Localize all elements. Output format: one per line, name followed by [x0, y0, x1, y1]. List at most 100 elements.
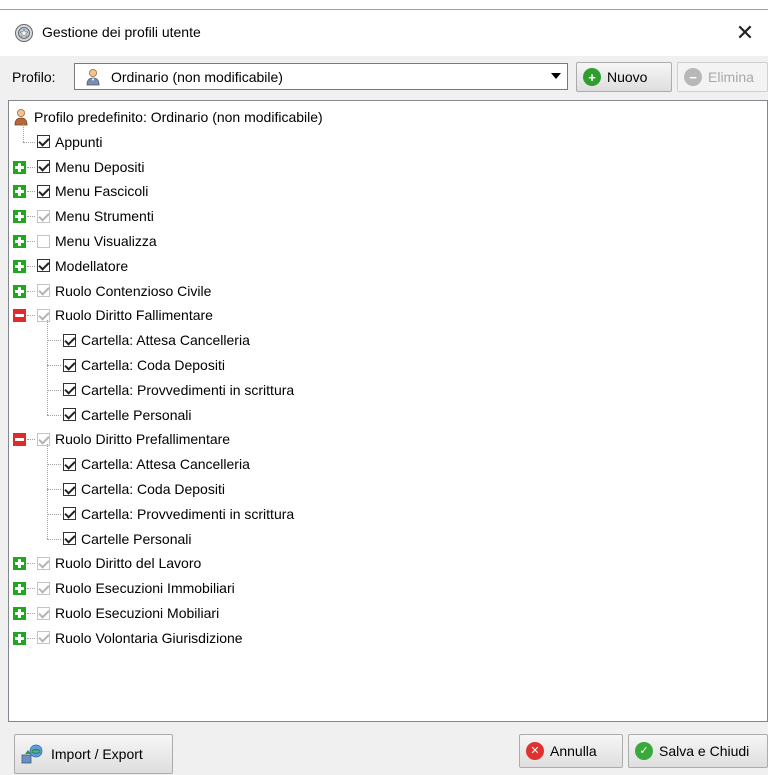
tree-child-item[interactable]: Cartella: Provvedimenti in scrittura	[63, 502, 294, 526]
tree-item-checkbox[interactable]	[63, 457, 76, 471]
tree-item[interactable]: Appunti	[37, 130, 102, 154]
tree-item-checkbox[interactable]	[63, 333, 76, 347]
tree-item[interactable]: Ruolo Esecuzioni Mobiliari	[37, 601, 219, 625]
tree-child-item[interactable]: Cartelle Personali	[63, 403, 192, 427]
delete-profile-button[interactable]: − Elimina	[677, 62, 768, 92]
tree-connector	[27, 166, 35, 168]
tree-item[interactable]: Ruolo Volontaria Giurisdizione	[37, 626, 243, 650]
collapse-minus-icon[interactable]	[13, 309, 26, 323]
tree-item-label: Cartella: Provvedimenti in scrittura	[81, 505, 295, 522]
tree-item-checkbox[interactable]	[37, 259, 50, 273]
expand-plus-icon[interactable]	[13, 185, 26, 199]
save-close-button[interactable]: ✓ Salva e Chiudi	[628, 734, 768, 768]
tree-child-item[interactable]: Cartella: Coda Depositi	[63, 353, 225, 377]
tree-connector	[23, 123, 24, 142]
expand-plus-icon[interactable]	[13, 210, 26, 224]
tree-child-item[interactable]: Cartella: Attesa Cancelleria	[63, 452, 250, 476]
tree-item-label: Ruolo Esecuzioni Mobiliari	[55, 605, 220, 621]
tree-item[interactable]: Menu Visualizza	[37, 229, 157, 253]
tree-child-item[interactable]: Cartella: Provvedimenti in scrittura	[63, 378, 294, 402]
tree-item-checkbox[interactable]	[63, 482, 76, 496]
tree-item[interactable]: Ruolo Diritto Prefallimentare	[37, 427, 230, 451]
tree-connector	[27, 315, 35, 317]
tree-item-checkbox[interactable]	[63, 507, 76, 521]
tree-connector	[47, 538, 61, 540]
cancel-button[interactable]: ✕ Annulla	[519, 734, 623, 768]
emblem-icon	[15, 24, 33, 42]
close-button[interactable]: ✕	[722, 10, 768, 56]
tree-root-label: Profilo predefinito: Ordinario (non modi…	[34, 109, 323, 125]
tree-item-checkbox[interactable]	[63, 358, 76, 372]
tree-connector	[27, 563, 35, 565]
tree-item-checkbox[interactable]	[37, 135, 50, 149]
permissions-tree[interactable]: Profilo predefinito: Ordinario (non modi…	[8, 100, 768, 722]
tree-item[interactable]: Ruolo Diritto Fallimentare	[37, 303, 213, 327]
tree-item-label: Cartelle Personali	[81, 406, 192, 423]
tree-connector	[27, 290, 35, 292]
tree-item-label: Cartella: Provvedimenti in scrittura	[81, 381, 295, 398]
title-bar: Gestione dei profili utente ✕	[0, 10, 768, 56]
expand-plus-icon[interactable]	[13, 235, 26, 248]
close-icon: ✕	[735, 20, 755, 45]
tree-item[interactable]: Ruolo Contenzioso Civile	[37, 279, 211, 303]
tree-item[interactable]: Modellatore	[37, 254, 128, 278]
tree-connector	[47, 513, 61, 515]
tree-item-checkbox[interactable]	[37, 160, 50, 174]
tree-item-label: Menu Visualizza	[55, 233, 157, 249]
tree-root[interactable]: Profilo predefinito: Ordinario (non modi…	[13, 105, 323, 129]
expand-plus-icon[interactable]	[13, 284, 26, 298]
user-profile-icon	[14, 109, 28, 126]
remove-icon: −	[684, 68, 702, 86]
profile-select-value: Ordinario (non modificabile)	[111, 69, 283, 85]
tree-item-label: Ruolo Esecuzioni Immobiliari	[55, 580, 235, 597]
tree-item-checkbox[interactable]	[63, 408, 76, 422]
tree-child-item[interactable]: Cartelle Personali	[63, 527, 192, 551]
tree-child-item[interactable]: Cartella: Coda Depositi	[63, 477, 225, 501]
tree-item[interactable]: Ruolo Esecuzioni Immobiliari	[37, 576, 235, 600]
tree-connector	[27, 265, 35, 267]
expand-plus-icon[interactable]	[13, 557, 26, 571]
tree-item[interactable]: Menu Fascicoli	[37, 179, 148, 203]
tree-item-checkbox[interactable]	[37, 631, 50, 645]
tree-item-checkbox[interactable]	[37, 308, 50, 322]
tree-item-label: Appunti	[55, 133, 103, 150]
tree-child-item[interactable]: Cartella: Attesa Cancelleria	[63, 328, 250, 352]
tree-item-label: Ruolo Diritto del Lavoro	[55, 555, 202, 572]
tree-item-checkbox[interactable]	[37, 184, 50, 198]
tree-item-checkbox[interactable]	[63, 532, 76, 546]
add-icon: +	[583, 68, 601, 86]
delete-profile-label: Elimina	[708, 69, 754, 85]
new-profile-button[interactable]: + Nuovo	[576, 62, 672, 92]
new-profile-label: Nuovo	[607, 69, 648, 85]
tree-item-checkbox[interactable]	[37, 284, 50, 298]
tree-item-checkbox[interactable]	[37, 432, 50, 446]
tree-connector	[47, 365, 61, 366]
tree-connector	[27, 216, 35, 218]
tree-item-checkbox[interactable]	[37, 581, 50, 595]
tree-item-checkbox[interactable]	[37, 556, 50, 570]
tree-item-checkbox[interactable]	[37, 209, 50, 223]
tree-item[interactable]: Ruolo Diritto del Lavoro	[37, 551, 201, 575]
expand-plus-icon[interactable]	[13, 582, 26, 596]
profile-select[interactable]: Ordinario (non modificabile)	[74, 63, 568, 90]
import-export-button[interactable]: Import / Export	[14, 734, 173, 774]
expand-plus-icon[interactable]	[13, 259, 26, 273]
dropdown-arrow-icon	[551, 73, 561, 79]
tree-item[interactable]: Menu Strumenti	[37, 204, 154, 228]
tree-item-label: Cartelle Personali	[81, 530, 192, 547]
tree-item-checkbox[interactable]	[37, 234, 50, 248]
expand-plus-icon[interactable]	[13, 607, 26, 620]
tree-item[interactable]: Menu Depositi	[37, 155, 145, 179]
expand-plus-icon[interactable]	[13, 631, 26, 645]
tree-connector	[47, 340, 61, 342]
tree-connector	[27, 613, 35, 614]
expand-plus-icon[interactable]	[13, 160, 26, 174]
collapse-minus-icon[interactable]	[13, 433, 26, 447]
tree-item-label: Cartella: Attesa Cancelleria	[81, 456, 250, 473]
window-top-border	[0, 0, 768, 10]
window-title: Gestione dei profili utente	[42, 24, 201, 40]
tree-connector	[23, 141, 35, 143]
tree-item-checkbox[interactable]	[37, 606, 50, 620]
import-export-label: Import / Export	[51, 746, 143, 762]
tree-item-checkbox[interactable]	[63, 383, 76, 397]
